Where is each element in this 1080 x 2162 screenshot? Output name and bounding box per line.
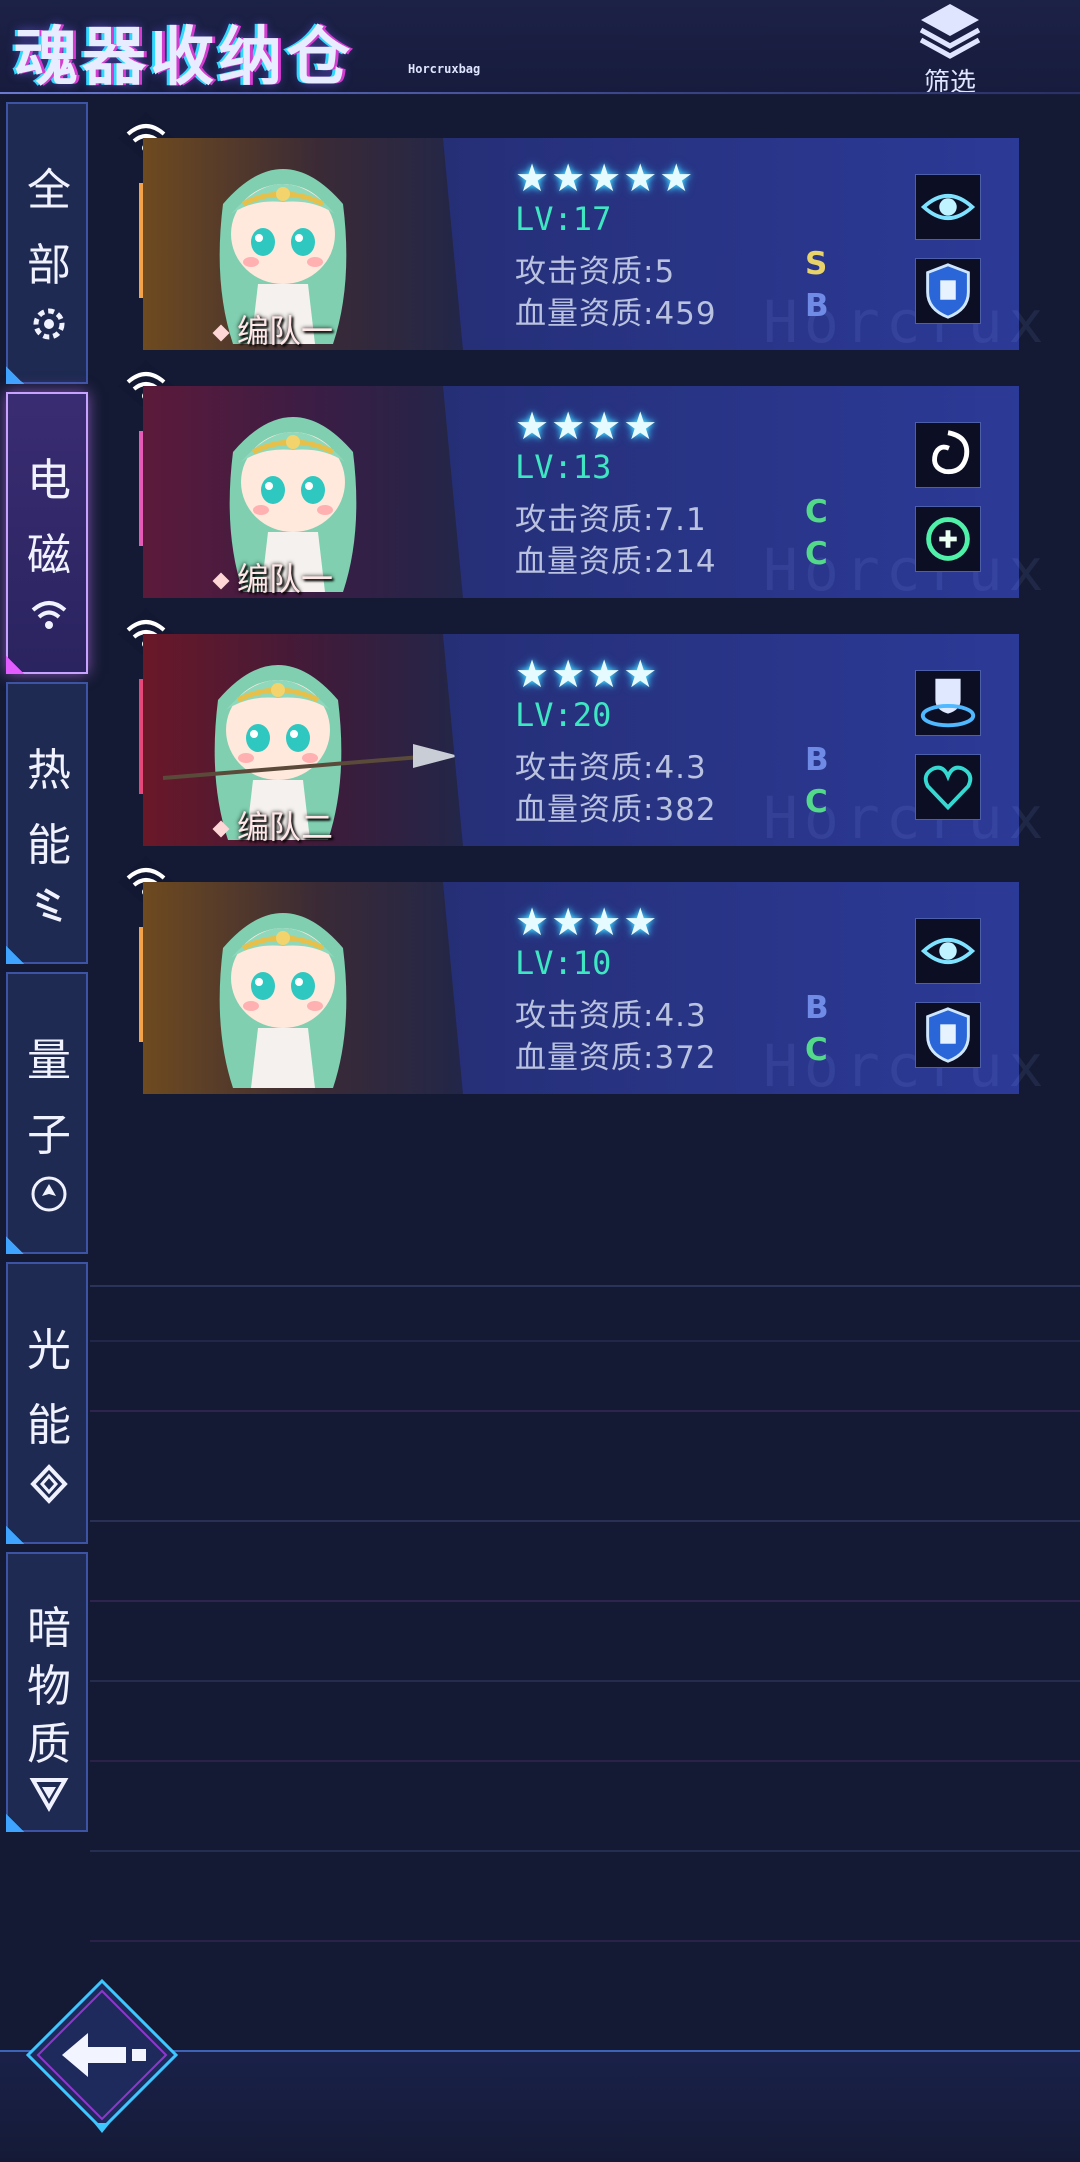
page-title: 魂器收纳仓: [14, 21, 354, 95]
level-text: LV:13: [515, 448, 612, 486]
shield-skill-icon[interactable]: [915, 1002, 981, 1068]
sidebar-item-label: 全: [27, 165, 71, 216]
horcrux-card-4[interactable]: Horcrux ★★★★ LV:10 攻击资质:4.3 B 血量资质:372 C: [139, 882, 1043, 1100]
hp-grade: C: [805, 784, 828, 820]
sidebar-item-label: 质: [27, 1719, 71, 1770]
header-divider: [0, 92, 1080, 94]
light-icon: [30, 1464, 68, 1504]
diamond-icon: [212, 324, 230, 342]
shield-skill-icon[interactable]: [915, 258, 981, 324]
sidebar-item-light[interactable]: 光 能: [6, 1262, 88, 1544]
sidebar-item-label: 磁: [27, 530, 71, 581]
attack-stat: 攻击资质:4.3: [515, 998, 707, 1034]
vortex-skill-icon[interactable]: [915, 422, 981, 488]
tab-corner-accent: [6, 1236, 24, 1254]
quantum-icon: [31, 1176, 67, 1212]
eye-skill-icon[interactable]: [915, 918, 981, 984]
hp-grade: C: [805, 1032, 828, 1068]
sidebar-item-dark-matter[interactable]: 暗 物 质: [6, 1552, 88, 1832]
heal-skill-icon[interactable]: [915, 506, 981, 572]
tab-corner-accent: [6, 656, 24, 674]
attack-grade: B: [805, 742, 829, 778]
character-image: [203, 888, 363, 1088]
filter-button[interactable]: 筛选: [915, 0, 985, 98]
header-bar: 魂器收纳仓 Horcruxbag 筛选: [0, 0, 1080, 98]
wifi-icon: [31, 601, 67, 629]
card-accent-bar: [139, 431, 143, 546]
star-rating: ★★★★★: [515, 156, 696, 200]
team-label: 编队一: [212, 306, 334, 350]
attack-stat: 攻击资质:4.3: [515, 750, 707, 786]
level-text: LV:20: [515, 696, 612, 734]
character-portrait: 编队一: [143, 386, 463, 598]
hp-stat: 血量资质:459: [515, 296, 717, 332]
dark-matter-icon: [29, 1778, 69, 1813]
attack-stat: 攻击资质:7.1: [515, 502, 707, 538]
character-portrait: [143, 882, 463, 1094]
tab-corner-accent: [6, 946, 24, 964]
layers-icon: [919, 4, 981, 59]
character-portrait: 编队二: [143, 634, 463, 846]
card-accent-bar: [139, 183, 143, 298]
attack-grade: S: [805, 246, 828, 282]
sidebar-item-label: 部: [27, 240, 71, 291]
tab-corner-accent: [6, 1814, 24, 1832]
team-label: 编队二: [212, 802, 334, 846]
card-accent-bar: [139, 927, 143, 1042]
horcrux-card-1[interactable]: Horcrux 编队一 ★★★★★ LV:17 攻击资质:5 S 血量资质:45…: [139, 138, 1043, 356]
team-text: 编队一: [237, 312, 334, 350]
sidebar-item-label: 热: [27, 745, 71, 796]
sidebar-item-label: 电: [27, 455, 71, 506]
horcrux-card-2[interactable]: Horcrux 编队一 ★★★★ LV:13 攻击资质:7.1 C 血量资质:2…: [139, 386, 1043, 604]
attack-grade: B: [805, 990, 829, 1026]
team-label: 编队一: [212, 554, 334, 598]
trident-icon: [163, 744, 459, 780]
back-button[interactable]: [22, 1975, 182, 2135]
character-portrait: 编队一: [143, 138, 463, 350]
attack-stat: 攻击资质:5: [515, 254, 676, 290]
eye-skill-icon[interactable]: [915, 174, 981, 240]
tab-corner-accent: [6, 1526, 24, 1544]
sidebar-item-label: 量: [27, 1035, 71, 1086]
sidebar-item-label: 暗: [27, 1603, 71, 1654]
sidebar-item-label: 子: [27, 1110, 71, 1161]
diamond-icon: [212, 820, 230, 838]
sidebar-item-all[interactable]: 全 部: [6, 102, 88, 384]
sidebar-item-label: 光: [27, 1325, 71, 1376]
level-text: LV:10: [515, 944, 612, 982]
diamond-icon: [212, 572, 230, 590]
tab-corner-accent: [6, 366, 24, 384]
hp-stat: 血量资质:214: [515, 544, 717, 580]
sidebar-item-electromagnetic[interactable]: 电 磁: [6, 392, 88, 674]
sidebar-item-thermal[interactable]: 热 能: [6, 682, 88, 964]
team-text: 编队二: [237, 808, 334, 846]
attack-grade: C: [805, 494, 828, 530]
guard-skill-icon[interactable]: [915, 670, 981, 736]
heart-skill-icon[interactable]: [915, 754, 981, 820]
sidebar-item-label: 物: [27, 1661, 71, 1712]
gear-icon: [33, 308, 65, 340]
page-subtitle: Horcruxbag: [408, 62, 481, 76]
level-text: LV:17: [515, 200, 612, 238]
card-accent-bar: [139, 679, 143, 794]
team-text: 编队一: [237, 560, 334, 598]
hp-stat: 血量资质:372: [515, 1040, 717, 1076]
hp-stat: 血量资质:382: [515, 792, 717, 828]
star-rating: ★★★★: [515, 652, 660, 696]
star-rating: ★★★★: [515, 900, 660, 944]
sidebar-item-label: 能: [27, 820, 71, 871]
star-rating: ★★★★: [515, 404, 660, 448]
heat-icon: [36, 888, 62, 922]
horcrux-card-3[interactable]: Horcrux 编队二 ★★★★ LV:20 攻击资质:4.3 B 血量资质:3…: [139, 634, 1043, 852]
hp-grade: B: [805, 288, 829, 324]
hp-grade: C: [805, 536, 828, 572]
sidebar-item-label: 能: [27, 1400, 71, 1451]
sidebar-item-quantum[interactable]: 量 子: [6, 972, 88, 1254]
